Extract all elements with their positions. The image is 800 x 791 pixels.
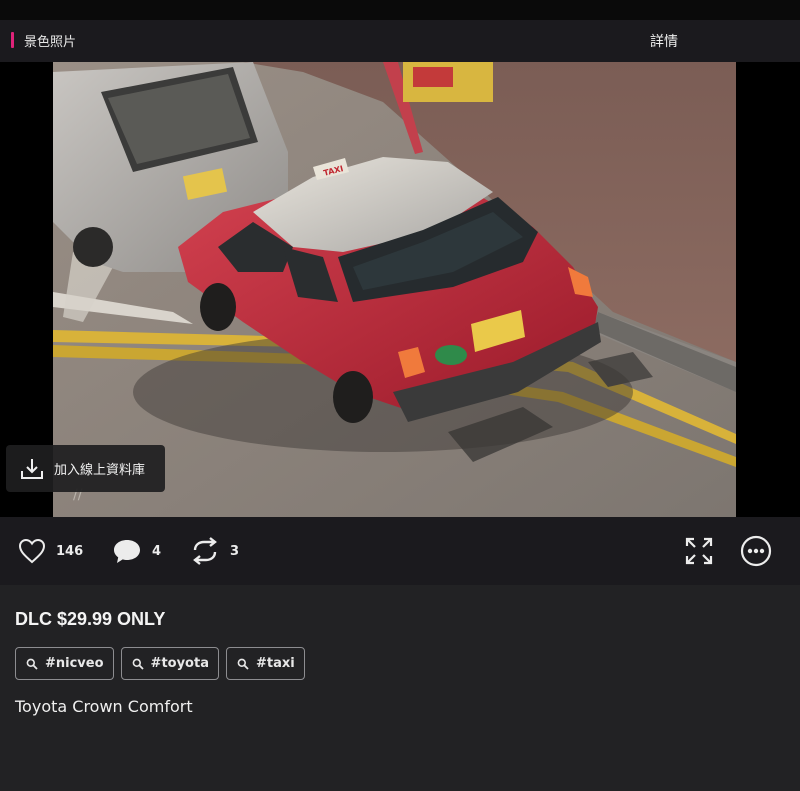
- tag-taxi[interactable]: #taxi: [225, 647, 305, 680]
- comment-icon: [114, 540, 140, 563]
- price-text: DLC $29.99 ONLY: [15, 609, 166, 629]
- top-strip: [0, 0, 800, 20]
- repost-button[interactable]: 3: [190, 517, 239, 585]
- fullscreen-button[interactable]: [684, 517, 714, 585]
- add-to-library-button[interactable]: 加入線上資料庫: [6, 445, 165, 492]
- comment-button[interactable]: 4: [112, 517, 161, 585]
- section-title: 景色照片: [24, 35, 77, 50]
- tag-label: #toyota: [150, 656, 209, 671]
- repost-count: 3: [230, 543, 240, 559]
- more-options-button[interactable]: [740, 517, 772, 585]
- action-bar: 146 4 3: [0, 517, 800, 585]
- section-accent-bar: [11, 32, 14, 48]
- more-icon: [740, 535, 772, 567]
- heart-icon: [18, 538, 46, 564]
- tag-toyota[interactable]: #toyota: [120, 647, 219, 680]
- post-content: DLC $29.99 ONLY #nicveo #toyota #taxi To…: [0, 585, 800, 791]
- tag-list: #nicveo #toyota #taxi: [15, 647, 305, 680]
- tag-label: #nicveo: [45, 656, 104, 671]
- header-bar: 景色照片 詳情: [0, 20, 800, 62]
- like-count: 146: [56, 543, 84, 559]
- search-icon: [26, 658, 38, 670]
- search-icon: [132, 658, 144, 670]
- comment-count: 4: [152, 543, 162, 559]
- search-icon: [237, 658, 249, 670]
- add-to-library-label: 加入線上資料庫: [54, 463, 146, 478]
- like-button[interactable]: 146: [18, 517, 83, 585]
- repost-icon: [193, 537, 217, 565]
- tag-label: #taxi: [255, 656, 295, 671]
- post-description: Toyota Crown Comfort: [15, 697, 193, 716]
- media-area: TAXI // 加入線上資料庫: [0, 62, 800, 517]
- expand-icon: [685, 537, 713, 565]
- tag-nicveo[interactable]: #nicveo: [15, 647, 114, 680]
- details-link[interactable]: 詳情: [650, 31, 678, 51]
- download-icon: [21, 458, 43, 479]
